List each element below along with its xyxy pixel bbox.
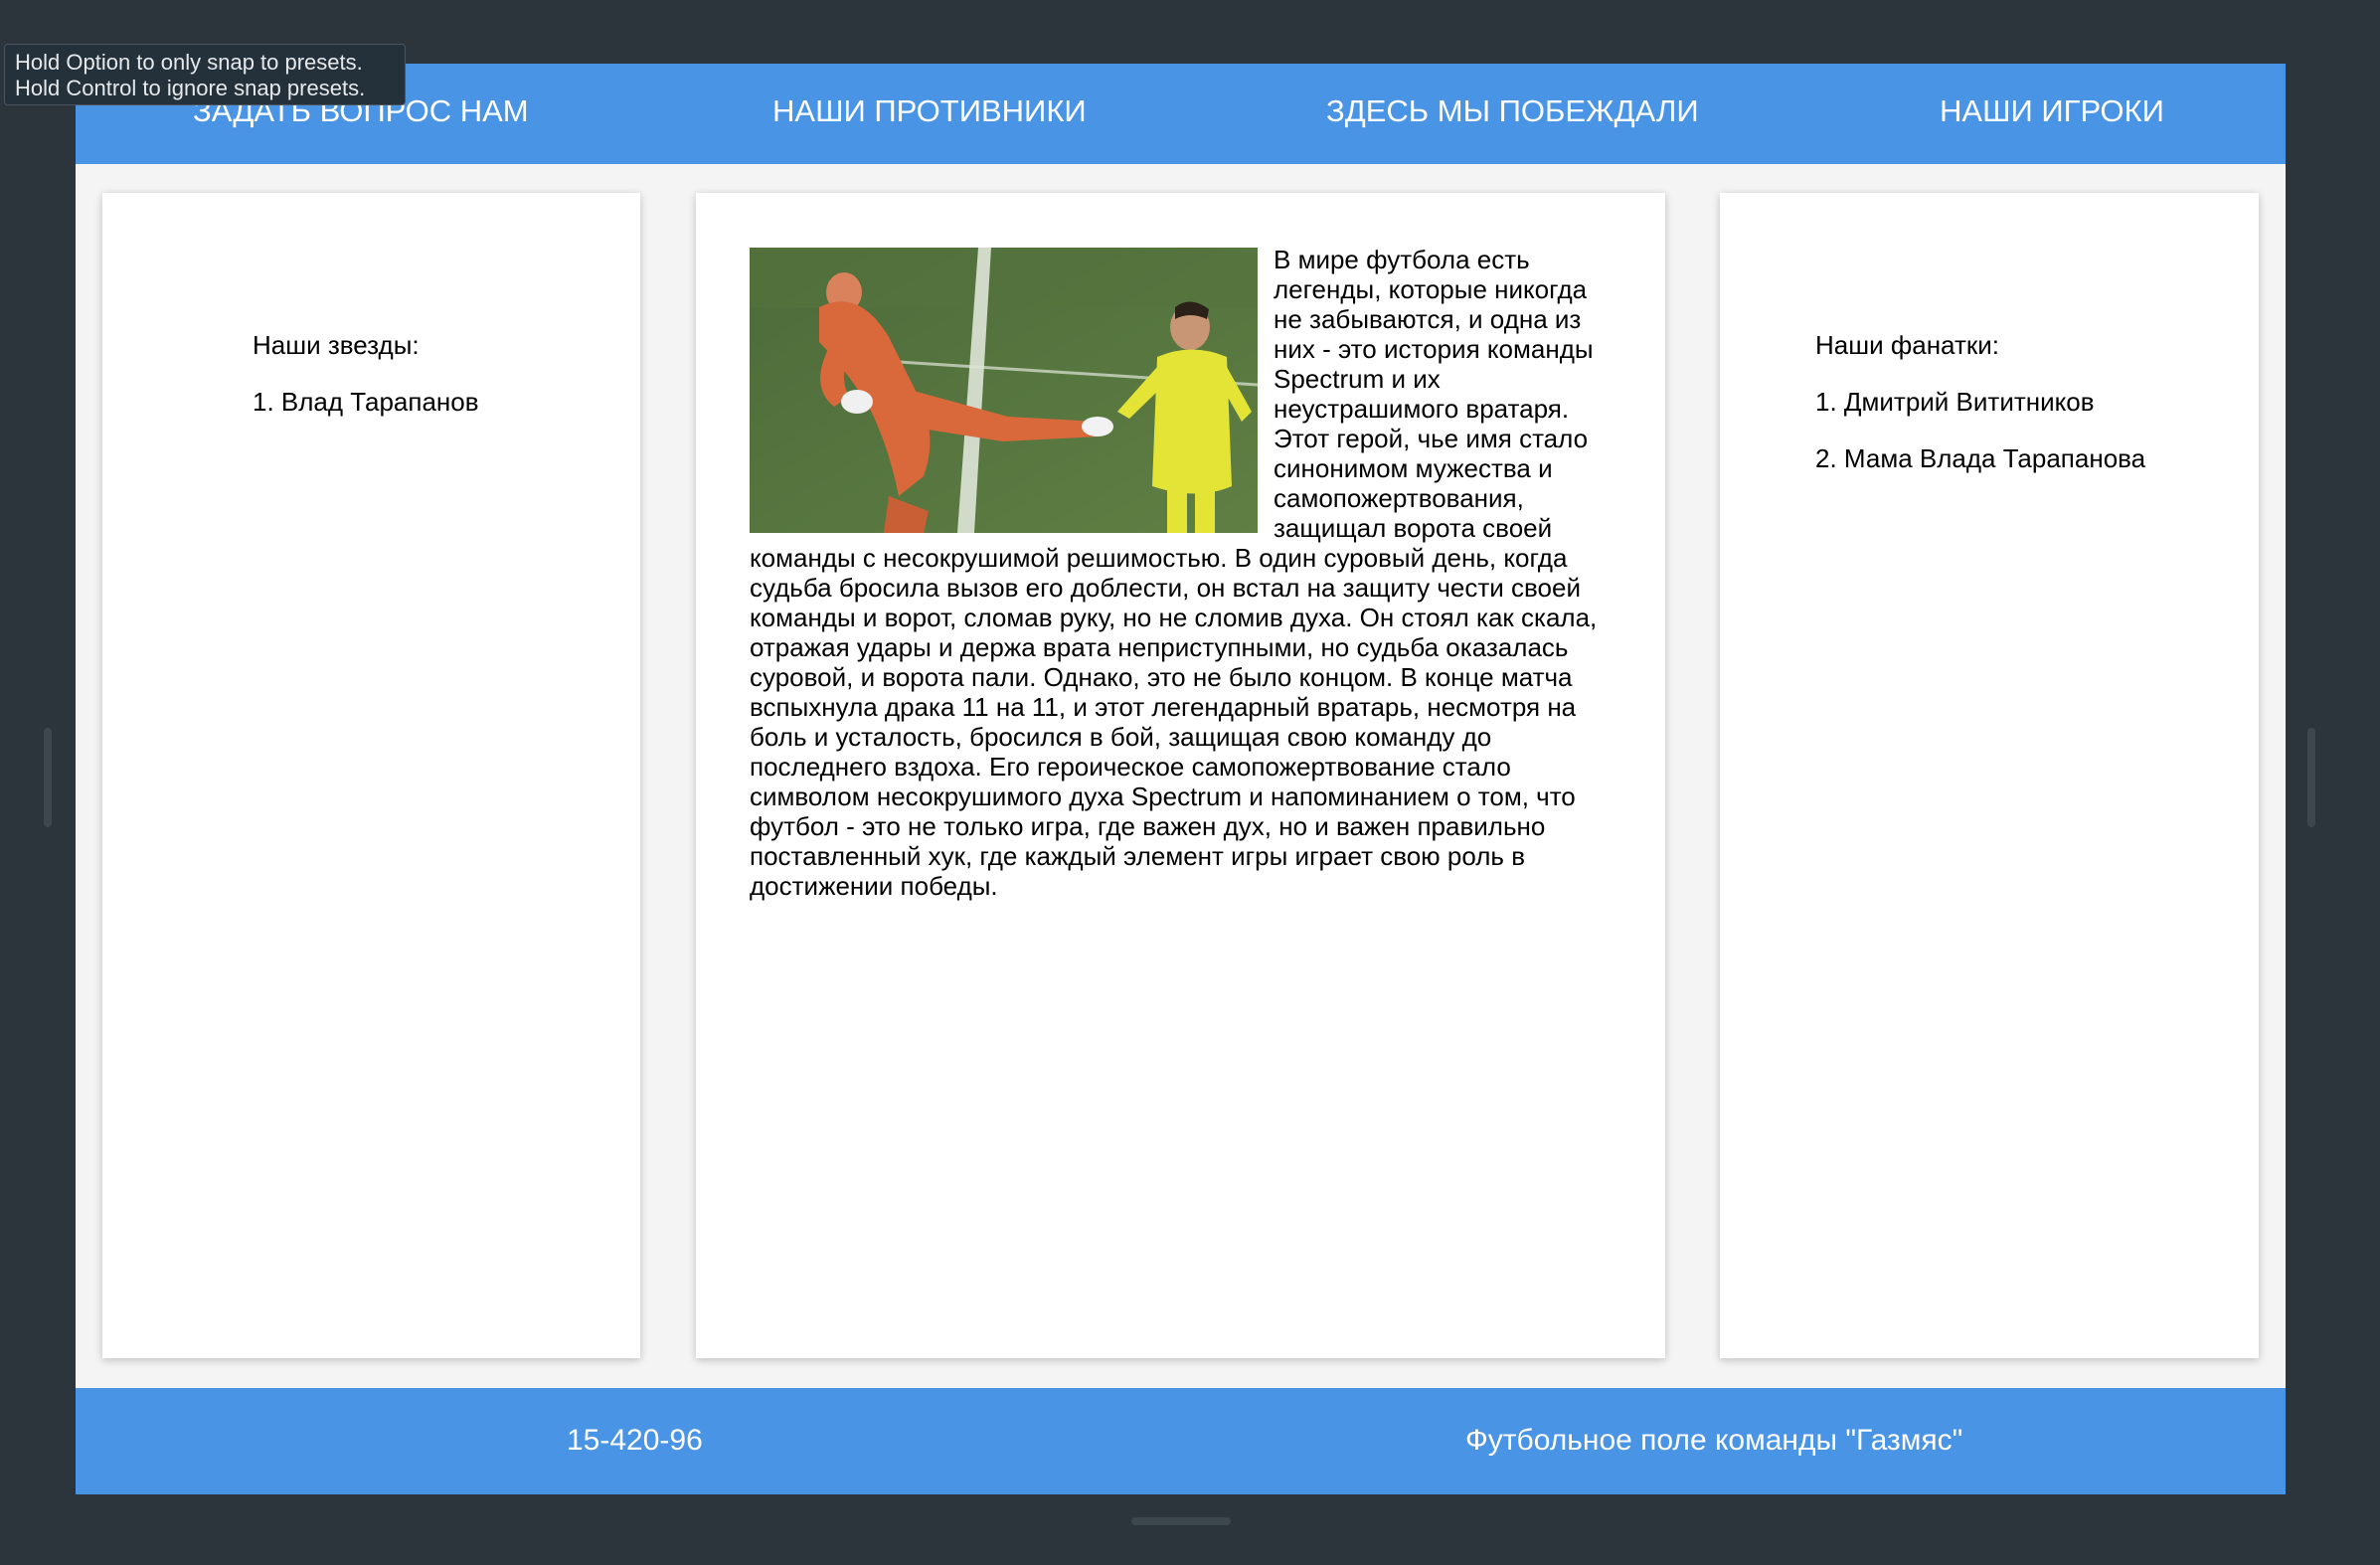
footer-phone: 15-420-96	[567, 1424, 703, 1457]
article: В мире футбола есть легенды, которые ник…	[750, 245, 1615, 901]
fans-list: Наши фанатки: 1. Дмитрий Вититников 2. М…	[1815, 330, 2145, 473]
web-page: ЗАДАТЬ ВОПРОС НАМ НАШИ ПРОТИВНИКИ ЗДЕСЬ …	[76, 64, 2286, 1494]
footer: 15-420-96 Футбольное поле команды "Газмя…	[76, 1388, 2286, 1494]
list-item: 1. Дмитрий Вититников	[1815, 387, 2095, 417]
goalkeeper-photo	[750, 248, 1258, 533]
article-card: В мире футбола есть легенды, которые ник…	[696, 193, 1665, 1358]
bottom-resize-handle[interactable]	[1131, 1517, 1231, 1525]
stars-heading: Наши звезды:	[253, 330, 420, 360]
fans-heading: Наши фанатки:	[1815, 330, 1999, 360]
right-resize-handle[interactable]	[2307, 728, 2315, 827]
list-item: 2. Мама Влада Тарапанова	[1815, 443, 2146, 473]
nav-victories[interactable]: ЗДЕСЬ МЫ ПОБЕЖДАЛИ	[1326, 91, 1699, 131]
top-navigation: ЗАДАТЬ ВОПРОС НАМ НАШИ ПРОТИВНИКИ ЗДЕСЬ …	[76, 64, 2286, 164]
snap-tooltip: Hold Option to only snap to presets. Hol…	[4, 44, 406, 105]
stars-card: Наши звезды: 1. Влад Тарапанов	[102, 193, 640, 1358]
left-resize-handle[interactable]	[44, 728, 52, 827]
stars-list: Наши звезды: 1. Влад Тарапанов	[253, 330, 479, 417]
fans-card: Наши фанатки: 1. Дмитрий Вититников 2. М…	[1720, 193, 2259, 1358]
tooltip-line: Hold Control to ignore snap presets.	[15, 76, 366, 100]
nav-opponents[interactable]: НАШИ ПРОТИВНИКИ	[772, 91, 1087, 131]
nav-players[interactable]: НАШИ ИГРОКИ	[1940, 91, 2164, 131]
footer-place: Футбольное поле команды "Газмяс"	[1465, 1424, 1963, 1457]
list-item: 1. Влад Тарапанов	[253, 387, 479, 417]
tooltip-line: Hold Option to only snap to presets.	[15, 50, 363, 75]
